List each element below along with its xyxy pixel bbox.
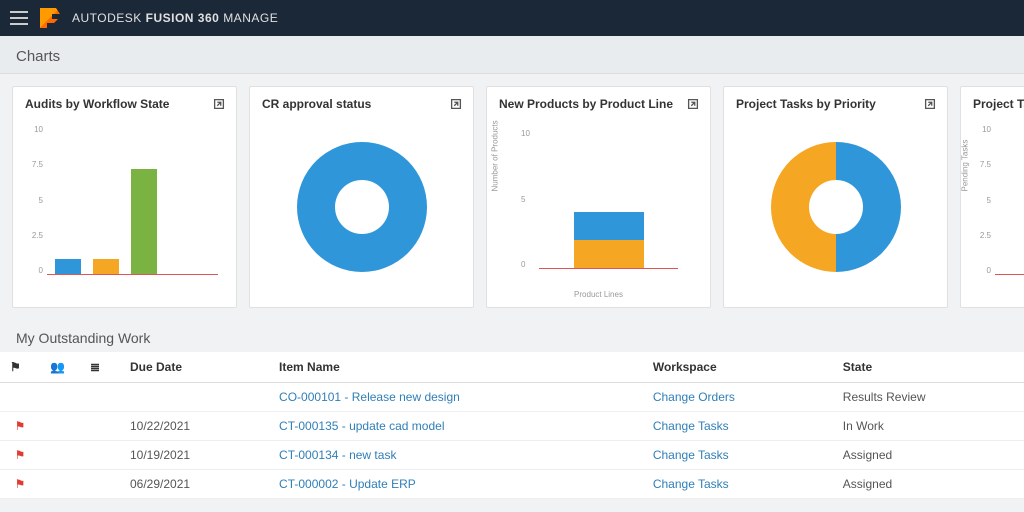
topbar: AUTODESK FUSION 360 MANAGE xyxy=(0,0,1024,36)
sort-column-header[interactable]: ≣ xyxy=(80,352,120,383)
chart-title: CR approval status xyxy=(262,97,461,111)
state-header[interactable]: State xyxy=(833,352,1024,383)
due-cell: 10/19/2021 xyxy=(120,441,269,470)
chart-title: Project Tasks b xyxy=(973,97,1024,111)
bar-segment xyxy=(574,240,644,268)
flag-icon: ⚑ xyxy=(15,477,26,491)
chart-card-audits: Audits by Workflow State 107.552.50 xyxy=(12,86,237,308)
bar xyxy=(131,169,157,274)
table-header-row: ⚑ 👥 ≣ Due Date Item Name Workspace State xyxy=(0,352,1024,383)
workspace-header[interactable]: Workspace xyxy=(643,352,833,383)
y-ticks: 107.552.50 xyxy=(29,125,43,275)
due-cell: 10/22/2021 xyxy=(120,412,269,441)
sort-cell xyxy=(80,441,120,470)
flag-column-header[interactable]: ⚑ xyxy=(0,352,40,383)
mow-section-title: My Outstanding Work xyxy=(0,320,1024,352)
due-cell: 06/29/2021 xyxy=(120,470,269,499)
chart-card-partial: Project Tasks b Pending Tasks 107.552.50 xyxy=(960,86,1024,308)
workspace-cell[interactable]: Change Tasks xyxy=(643,470,833,499)
flag-cell[interactable]: ⚑ xyxy=(0,470,40,499)
expand-icon[interactable] xyxy=(686,97,700,111)
bar xyxy=(93,259,119,274)
state-cell: Results Review xyxy=(833,383,1024,412)
people-cell xyxy=(40,383,80,412)
people-column-header[interactable]: 👥 xyxy=(40,352,80,383)
brand-suffix: MANAGE xyxy=(223,11,278,25)
table-row[interactable]: ⚑ 10/22/2021CT-000135 - update cad modelC… xyxy=(0,412,1024,441)
chart-body xyxy=(262,117,461,297)
item-cell[interactable]: CT-000002 - Update ERP xyxy=(269,470,643,499)
chart-card-cr-approval: CR approval status xyxy=(249,86,474,308)
brand-text: AUTODESK FUSION 360 MANAGE xyxy=(72,11,278,25)
workspace-cell[interactable]: Change Tasks xyxy=(643,412,833,441)
flag-cell[interactable] xyxy=(0,383,40,412)
menu-icon[interactable] xyxy=(10,11,28,25)
brand-product: FUSION 360 xyxy=(146,11,220,25)
sort-cell xyxy=(80,470,120,499)
stacked-bar xyxy=(574,212,644,268)
people-cell xyxy=(40,441,80,470)
donut-chart xyxy=(771,142,901,272)
y-axis-label: Pending Tasks xyxy=(961,140,970,192)
flag-cell[interactable]: ⚑ xyxy=(0,441,40,470)
item-cell[interactable]: CT-000134 - new task xyxy=(269,441,643,470)
outstanding-work-table: ⚑ 👥 ≣ Due Date Item Name Workspace State… xyxy=(0,352,1024,499)
plot-area xyxy=(539,129,678,269)
due-date-header[interactable]: Due Date xyxy=(120,352,269,383)
plot-area xyxy=(995,125,1024,275)
y-ticks: 107.552.50 xyxy=(977,125,991,275)
item-cell[interactable]: CO-000101 - Release new design xyxy=(269,383,643,412)
charts-row: Audits by Workflow State 107.552.50 CR a… xyxy=(0,74,1024,320)
table-row[interactable]: CO-000101 - Release new designChange Ord… xyxy=(0,383,1024,412)
flag-cell[interactable]: ⚑ xyxy=(0,412,40,441)
fusion-logo-icon xyxy=(40,8,60,28)
expand-icon[interactable] xyxy=(923,97,937,111)
due-cell xyxy=(120,383,269,412)
brand-prefix: AUTODESK xyxy=(72,11,142,25)
state-cell: Assigned xyxy=(833,470,1024,499)
item-name-header[interactable]: Item Name xyxy=(269,352,643,383)
chart-body: Number of Products 1050 Product Lines xyxy=(499,117,698,297)
chart-card-priority: Project Tasks by Priority xyxy=(723,86,948,308)
workspace-cell[interactable]: Change Orders xyxy=(643,383,833,412)
y-ticks: 1050 xyxy=(521,129,530,269)
people-cell xyxy=(40,470,80,499)
chart-body: 107.552.50 xyxy=(25,117,224,297)
state-cell: Assigned xyxy=(833,441,1024,470)
sort-cell xyxy=(80,383,120,412)
chart-card-new-products: New Products by Product Line Number of P… xyxy=(486,86,711,308)
people-cell xyxy=(40,412,80,441)
state-cell: In Work xyxy=(833,412,1024,441)
chart-body: Pending Tasks 107.552.50 xyxy=(973,117,1024,297)
expand-icon[interactable] xyxy=(449,97,463,111)
chart-title: New Products by Product Line xyxy=(499,97,698,111)
chart-title: Audits by Workflow State xyxy=(25,97,224,111)
donut-chart xyxy=(297,142,427,272)
bar xyxy=(55,259,81,274)
charts-section-title: Charts xyxy=(0,36,1024,74)
x-axis-label: Product Lines xyxy=(574,290,623,299)
workspace-cell[interactable]: Change Tasks xyxy=(643,441,833,470)
chart-body xyxy=(736,117,935,297)
chart-title: Project Tasks by Priority xyxy=(736,97,935,111)
plot-area xyxy=(47,125,218,275)
item-cell[interactable]: CT-000135 - update cad model xyxy=(269,412,643,441)
flag-icon: ⚑ xyxy=(15,419,26,433)
y-axis-label: Number of Products xyxy=(491,120,500,191)
sort-cell xyxy=(80,412,120,441)
expand-icon[interactable] xyxy=(212,97,226,111)
table-row[interactable]: ⚑ 06/29/2021CT-000002 - Update ERPChange … xyxy=(0,470,1024,499)
bar-segment xyxy=(574,212,644,240)
flag-icon: ⚑ xyxy=(15,448,26,462)
table-row[interactable]: ⚑ 10/19/2021CT-000134 - new taskChange Ta… xyxy=(0,441,1024,470)
